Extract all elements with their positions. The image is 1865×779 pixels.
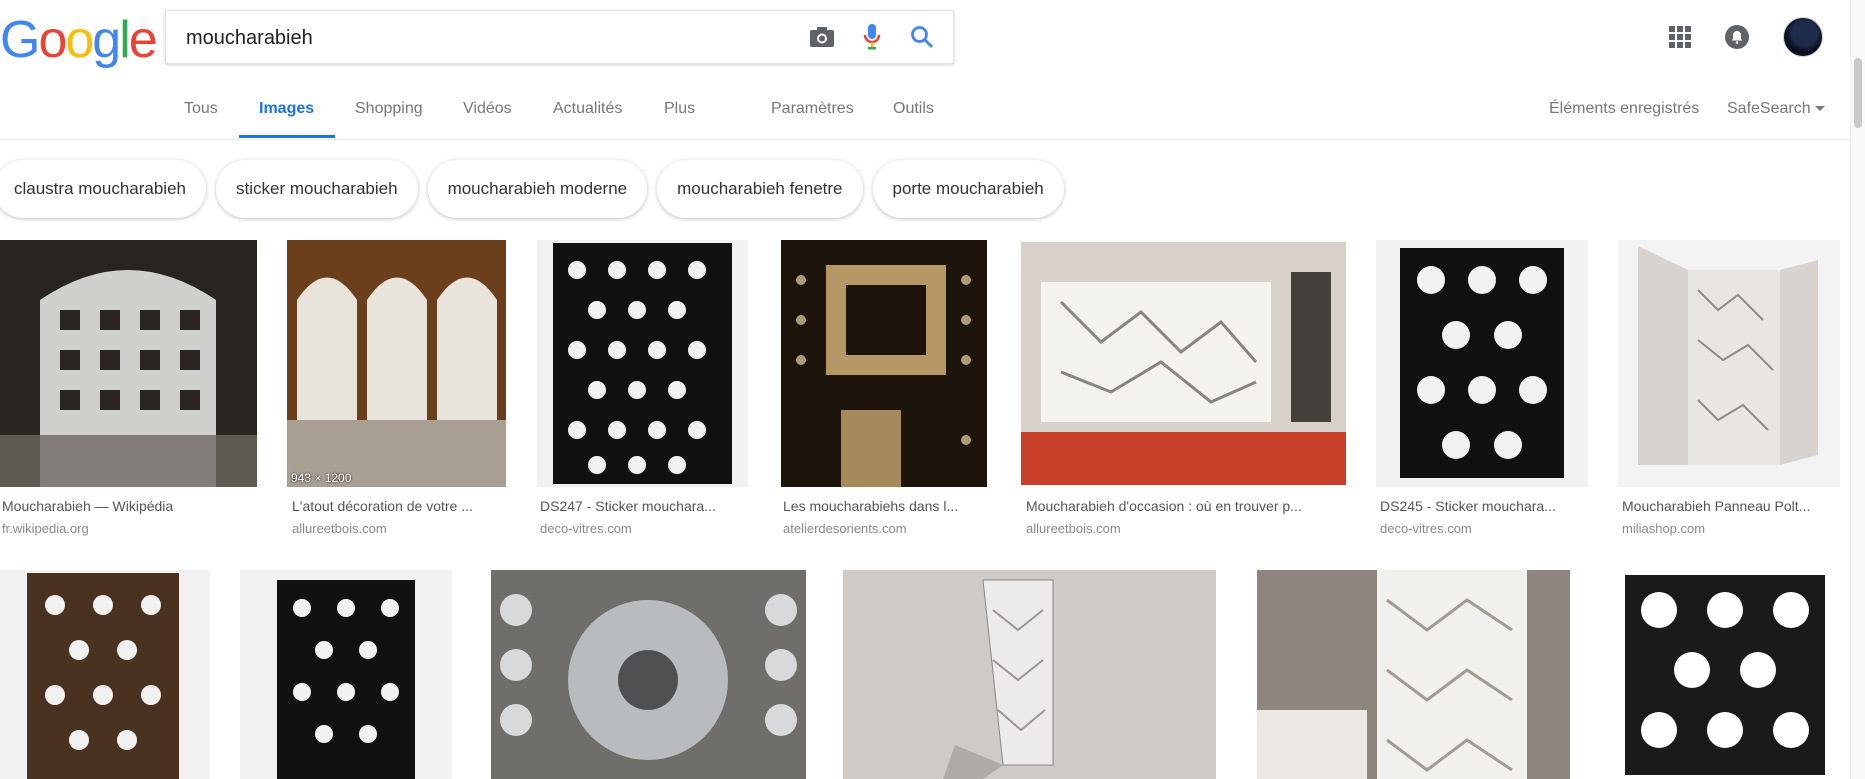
- apps-grid-icon[interactable]: [1669, 26, 1691, 48]
- logo-letter: g: [92, 11, 121, 69]
- camera-icon[interactable]: [809, 24, 835, 50]
- logo-letter: e: [128, 11, 158, 69]
- notifications-icon[interactable]: [1725, 25, 1749, 49]
- tab-images[interactable]: Images: [259, 100, 314, 118]
- result-image-11[interactable]: [843, 570, 1216, 779]
- result-source[interactable]: atelierdesorients.com: [783, 521, 907, 536]
- result-title[interactable]: Moucharabieh Panneau Polt...: [1622, 498, 1810, 514]
- logo-letter: G: [0, 11, 40, 69]
- image-dimensions-badge: 943 × 1200: [291, 471, 352, 485]
- result-image-7[interactable]: [1618, 240, 1840, 487]
- search-box[interactable]: [165, 10, 954, 65]
- search-input[interactable]: [184, 11, 788, 65]
- result-source[interactable]: deco-vitres.com: [1380, 521, 1472, 536]
- mic-icon[interactable]: [859, 24, 885, 50]
- result-source[interactable]: fr.wikipedia.org: [2, 521, 89, 536]
- saved-items-link[interactable]: Éléments enregistrés: [1549, 100, 1699, 118]
- result-image-6[interactable]: [1376, 240, 1588, 487]
- result-image-13[interactable]: [1609, 570, 1841, 779]
- safesearch-menu[interactable]: SafeSearch: [1727, 100, 1825, 118]
- tab-tous[interactable]: Tous: [184, 100, 218, 118]
- result-image-9[interactable]: [240, 570, 452, 779]
- result-title[interactable]: Moucharabieh — Wikipédia: [2, 498, 173, 514]
- logo-letter: o: [38, 11, 67, 69]
- related-searches: claustra moucharabieh sticker moucharabi…: [0, 160, 1064, 218]
- result-image-10[interactable]: [491, 570, 806, 779]
- result-title[interactable]: DS245 - Sticker mouchara...: [1380, 498, 1556, 514]
- logo-letter: l: [119, 11, 130, 69]
- chip-moderne[interactable]: moucharabieh moderne: [427, 160, 648, 218]
- tab-actualites[interactable]: Actualités: [553, 100, 622, 118]
- result-title[interactable]: Les moucharabiehs dans l...: [783, 498, 958, 514]
- chip-claustra[interactable]: claustra moucharabieh: [0, 160, 206, 218]
- search-tabs: Tous Images Shopping Vidéos Actualités P…: [0, 84, 1851, 140]
- result-image-5[interactable]: [1021, 242, 1346, 485]
- result-source[interactable]: allureetbois.com: [292, 521, 387, 536]
- tab-parametres[interactable]: Paramètres: [771, 100, 854, 118]
- result-source[interactable]: miliashop.com: [1622, 521, 1705, 536]
- result-title[interactable]: DS247 - Sticker mouchara...: [540, 498, 716, 514]
- result-title[interactable]: Moucharabieh d'occasion : où en trouver …: [1026, 498, 1302, 514]
- avatar[interactable]: [1783, 17, 1823, 57]
- tab-plus[interactable]: Plus: [664, 100, 695, 118]
- chip-fenetre[interactable]: moucharabieh fenetre: [657, 160, 863, 218]
- result-source[interactable]: allureetbois.com: [1026, 521, 1121, 536]
- result-image-3[interactable]: [537, 240, 748, 487]
- logo-letter: o: [65, 11, 94, 69]
- result-image-12[interactable]: [1257, 570, 1570, 779]
- chevron-down-icon: [1814, 106, 1825, 112]
- result-image-8[interactable]: [0, 570, 210, 779]
- result-source[interactable]: deco-vitres.com: [540, 521, 632, 536]
- result-image-4[interactable]: [781, 240, 987, 487]
- chip-sticker[interactable]: sticker moucharabieh: [215, 160, 418, 218]
- tab-videos[interactable]: Vidéos: [463, 100, 512, 118]
- search-icon[interactable]: [909, 24, 935, 50]
- scrollbar[interactable]: [1850, 0, 1865, 779]
- tab-outils[interactable]: Outils: [893, 100, 934, 118]
- result-image-2[interactable]: 943 × 1200: [287, 240, 506, 487]
- tab-shopping[interactable]: Shopping: [355, 100, 423, 118]
- google-logo[interactable]: Google: [0, 11, 158, 69]
- result-title[interactable]: L'atout décoration de votre ...: [292, 498, 473, 514]
- result-image-1[interactable]: [0, 240, 257, 487]
- safesearch-label: SafeSearch: [1727, 100, 1811, 117]
- active-tab-indicator: [239, 135, 335, 138]
- chip-porte[interactable]: porte moucharabieh: [872, 160, 1064, 218]
